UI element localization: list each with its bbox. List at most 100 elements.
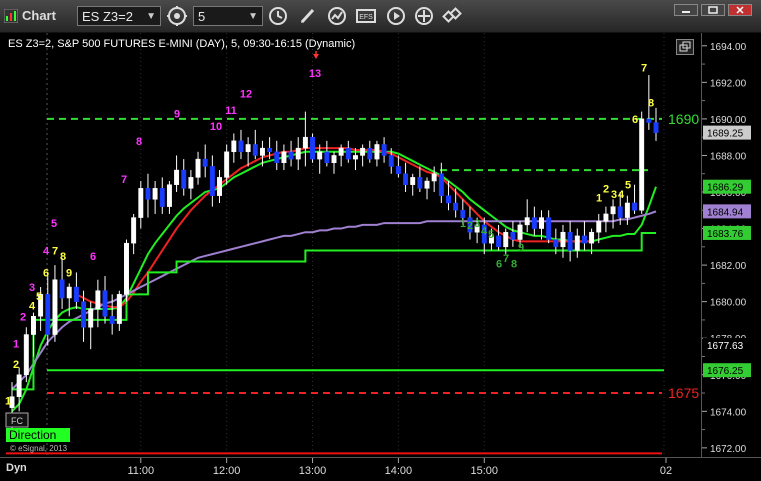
price-tag-label: 1689.25 xyxy=(707,129,744,140)
copyright-text: © eSignal, 2013 xyxy=(10,444,68,453)
candle xyxy=(310,136,316,160)
bar-count-label: 8 xyxy=(648,97,654,109)
interval-settings-icon[interactable] xyxy=(166,5,188,27)
candle xyxy=(195,158,201,178)
candle xyxy=(181,169,187,189)
time-tick-label: 14:00 xyxy=(385,465,413,477)
price-axis[interactable]: 1694.001692.001690.001688.001686.001684.… xyxy=(701,33,761,457)
price-chart[interactable]: 1690167511223445567 896789101112131 2 34 56 7… xyxy=(0,33,701,457)
candle xyxy=(252,144,258,156)
indicator-icon[interactable] xyxy=(326,5,348,27)
interval-combo[interactable]: 5 ▼ xyxy=(193,6,263,26)
bar-count-label: 5 xyxy=(51,218,57,230)
efs-icon[interactable]: EFS xyxy=(355,5,377,27)
candle xyxy=(345,147,351,160)
bar-count-label: 4 xyxy=(29,300,36,312)
bar-count-label: 8 xyxy=(60,251,66,263)
candle xyxy=(438,173,444,196)
chart-area[interactable]: 1690 1675 1 1 2 2 3 4 4 5 5 6 7 8 9 6 7 8 9 10 11 12 13 1 2 3 4 5 6 7… xyxy=(0,33,701,457)
bar-count-label: 8 xyxy=(511,258,517,270)
bar-count-label: 2 xyxy=(20,311,26,323)
price-tick-label: 1688.00 xyxy=(710,151,747,162)
price-tag-label: 1686.29 xyxy=(707,183,744,194)
candle xyxy=(553,239,559,248)
target-icon[interactable] xyxy=(413,5,435,27)
fc-label: FC xyxy=(11,416,23,426)
candle xyxy=(124,242,129,295)
bar-count-label: 1 xyxy=(13,339,19,351)
interval-value: 5 xyxy=(198,9,206,24)
candle xyxy=(166,184,172,207)
candle xyxy=(302,136,308,149)
chart-restore-icon[interactable] xyxy=(676,39,694,55)
chart-window: Chart ES Z3=2 ▼ 5 ▼ EFS 1690 1675 1 1 2 … xyxy=(0,0,761,481)
candle xyxy=(581,235,587,244)
price-tag-label: 1683.76 xyxy=(707,229,744,240)
dyn-button[interactable]: Dyn xyxy=(6,462,27,474)
candle xyxy=(259,147,265,156)
candle xyxy=(632,202,638,211)
candle xyxy=(653,122,659,133)
symbol-combo[interactable]: ES Z3=2 ▼ xyxy=(77,6,161,26)
candle xyxy=(274,151,280,164)
svg-text:EFS: EFS xyxy=(359,14,373,21)
candle xyxy=(131,217,137,244)
bar-count-label: 4 xyxy=(481,225,488,237)
candle xyxy=(560,231,566,248)
candle xyxy=(174,169,180,185)
candle xyxy=(152,188,158,200)
time-axis-svg: 11:00 12:00 13:00 14:00 15:00 02 xyxy=(127,458,672,477)
chevron-down-icon[interactable]: ▼ xyxy=(146,7,156,27)
link-icon[interactable] xyxy=(441,5,463,27)
bar-count-label: 2 xyxy=(467,220,473,232)
chevron-down-icon[interactable]: ▼ xyxy=(248,7,258,27)
candle xyxy=(610,206,616,215)
candle xyxy=(338,147,344,156)
candle xyxy=(624,202,630,218)
candle xyxy=(281,151,287,164)
price-tick-label: 1672.00 xyxy=(710,444,747,455)
bar-count-label: 4 xyxy=(618,189,625,201)
candle xyxy=(374,144,380,160)
candle xyxy=(145,188,151,200)
bar-count-label: 9 xyxy=(518,242,524,254)
candle xyxy=(617,206,623,218)
bar-count-label: 9 xyxy=(174,108,180,120)
candle xyxy=(546,217,552,240)
time-tick-label: 15:00 xyxy=(471,465,499,477)
play-icon[interactable] xyxy=(385,5,407,27)
bar-count-label: 8 xyxy=(136,136,142,148)
candle xyxy=(188,177,194,189)
pencil-icon[interactable] xyxy=(297,5,319,27)
indicator-line xyxy=(12,231,656,391)
price-tick-label: 1692.00 xyxy=(710,78,747,89)
candle xyxy=(596,220,602,233)
toolbar: Chart ES Z3=2 ▼ 5 ▼ EFS xyxy=(0,0,761,33)
bar-count-label: 12 xyxy=(240,88,252,100)
bar-count-label: 9 xyxy=(66,267,72,279)
candle xyxy=(81,301,87,328)
bar-count-label: 10 xyxy=(210,121,222,133)
candle xyxy=(138,188,144,218)
maximize-icon[interactable] xyxy=(701,4,725,16)
candle xyxy=(217,177,222,196)
candle xyxy=(324,151,330,164)
candle xyxy=(424,180,430,189)
candle xyxy=(496,235,502,248)
candle xyxy=(73,286,79,302)
candle xyxy=(517,224,523,240)
candle xyxy=(102,290,108,317)
symbol-value: ES Z3=2 xyxy=(82,9,133,24)
close-icon[interactable] xyxy=(728,4,752,16)
candle xyxy=(159,188,165,207)
candle xyxy=(209,166,215,196)
clock-icon[interactable] xyxy=(267,5,289,27)
minimize-icon[interactable] xyxy=(674,4,698,16)
candle xyxy=(109,316,115,324)
bar-count-label: 1 xyxy=(460,218,466,230)
bar-count-label: 3 xyxy=(611,189,617,201)
window-title: Chart xyxy=(22,8,56,23)
candle xyxy=(531,217,537,229)
time-axis[interactable]: Dyn 11:00 12:00 13:00 14:00 15:00 02 xyxy=(0,457,761,481)
candle xyxy=(95,290,101,310)
